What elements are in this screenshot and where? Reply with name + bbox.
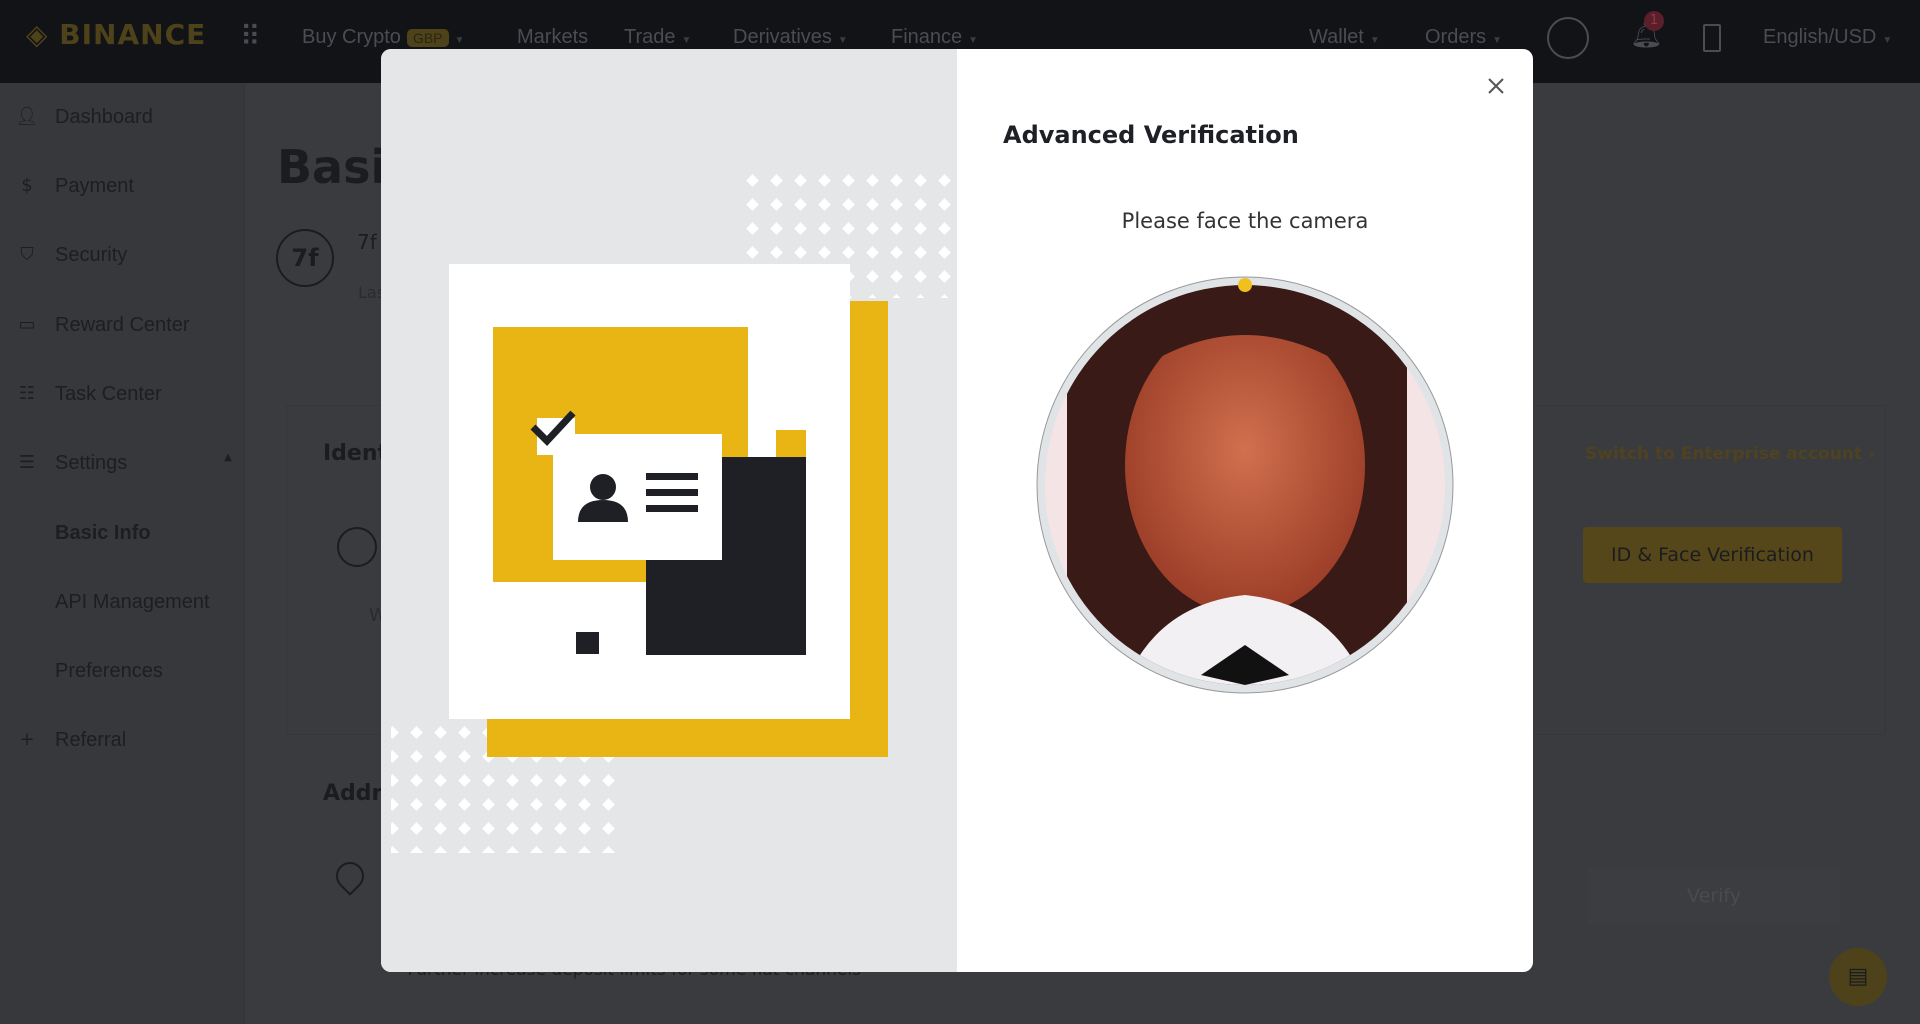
nav-trade[interactable]: Trade ▼ — [624, 26, 691, 49]
id-face-verification-button[interactable]: ID & Face Verification — [1583, 527, 1842, 583]
logo-text: BINANCE — [59, 18, 207, 51]
shield-icon: ⛉ — [20, 244, 34, 265]
sidebar-item-settings[interactable]: Settings — [55, 452, 127, 475]
sidebar-item-reward-center[interactable]: Reward Center — [55, 314, 190, 337]
nav-label: Finance — [891, 26, 963, 48]
face-image — [1045, 285, 1445, 685]
nav-label: Trade — [624, 26, 676, 48]
sidebar-item-security[interactable]: Security — [55, 244, 127, 267]
black-square — [576, 632, 599, 654]
binance-logo[interactable]: ◈ BINANCE — [26, 18, 206, 51]
user-icon: 👤︎ — [15, 106, 39, 127]
user-plus-icon: + — [19, 729, 35, 750]
caret-down-icon: ▼ — [837, 35, 848, 46]
sidebar-item-referral[interactable]: Referral — [55, 729, 126, 752]
nav-label: Orders — [1425, 26, 1487, 48]
nav-label: English/USD — [1763, 26, 1877, 48]
caret-down-icon: ▼ — [454, 35, 465, 46]
camera-prompt: Please face the camera — [1121, 209, 1369, 233]
caret-up-icon[interactable]: ▲ — [215, 452, 241, 474]
user-id: 7f — [357, 230, 377, 254]
caret-down-icon: ▼ — [1369, 35, 1380, 46]
identity-icon — [337, 527, 377, 567]
yellow-square — [776, 430, 806, 457]
caret-down-icon: ▼ — [968, 35, 979, 46]
switch-enterprise-link[interactable]: Switch to Enterprise account › — [1585, 444, 1875, 464]
link-text: Switch to Enterprise account — [1585, 444, 1863, 464]
caret-down-icon: ▼ — [681, 35, 692, 46]
language-currency-select[interactable]: English/USD ▼ — [1763, 26, 1892, 49]
nav-finance[interactable]: Finance ▼ — [891, 26, 978, 49]
nav-buy-crypto[interactable]: Buy Crypto GBP ▼ — [302, 26, 464, 49]
sidebar-item-task-center[interactable]: Task Center — [55, 383, 162, 406]
sidebar-item-api-management[interactable]: API Management — [55, 591, 210, 614]
chevron-right-icon: › — [1868, 444, 1876, 464]
profile-icon[interactable] — [1547, 17, 1589, 59]
nav-markets[interactable]: Markets — [517, 26, 588, 49]
avatar: 7f — [276, 229, 334, 287]
identity-heading: Ident — [323, 441, 389, 466]
download-app-icon[interactable] — [1703, 24, 1721, 52]
illustration-panel — [381, 49, 957, 972]
caret-down-icon: ▼ — [1882, 35, 1893, 46]
notification-badge: 1 — [1644, 11, 1664, 31]
modal-title: Advanced Verification — [1003, 121, 1299, 149]
verify-button[interactable]: Verify — [1588, 868, 1840, 924]
id-photo-head — [590, 474, 616, 500]
apps-grid-icon[interactable]: ⠿ — [240, 20, 261, 53]
nav-label: Buy Crypto — [302, 26, 401, 48]
ticket-icon: ▭ — [18, 314, 36, 335]
nav-wallet[interactable]: Wallet ▼ — [1309, 26, 1380, 49]
close-icon[interactable] — [1481, 71, 1511, 101]
sidebar-item-preferences[interactable]: Preferences — [55, 660, 163, 683]
nav-label: Wallet — [1309, 26, 1364, 48]
sliders-icon: ☰ — [18, 452, 36, 473]
sidebar-item-dashboard[interactable]: Dashboard — [55, 106, 153, 129]
location-pin-icon — [330, 856, 370, 896]
sidebar-item-payment[interactable]: Payment — [55, 175, 134, 198]
nav-label: Derivatives — [733, 26, 832, 48]
chat-support-button[interactable]: ▤ — [1829, 948, 1887, 1006]
progress-dot — [1238, 278, 1252, 292]
verification-illustration — [391, 168, 957, 853]
currency-badge: GBP — [406, 29, 449, 47]
caret-down-icon: ▼ — [1492, 35, 1503, 46]
dollar-icon: $ — [21, 175, 33, 196]
id-card — [553, 434, 722, 560]
camera-feed — [1036, 276, 1454, 694]
sidebar — [0, 83, 245, 1024]
sidebar-item-basic-info[interactable]: Basic Info — [55, 522, 151, 545]
clipboard-icon: ☷ — [18, 383, 36, 404]
nav-derivatives[interactable]: Derivatives ▼ — [733, 26, 848, 49]
nav-orders[interactable]: Orders ▼ — [1425, 26, 1502, 49]
advanced-verification-modal: Advanced Verification Please face the ca… — [381, 49, 1533, 972]
